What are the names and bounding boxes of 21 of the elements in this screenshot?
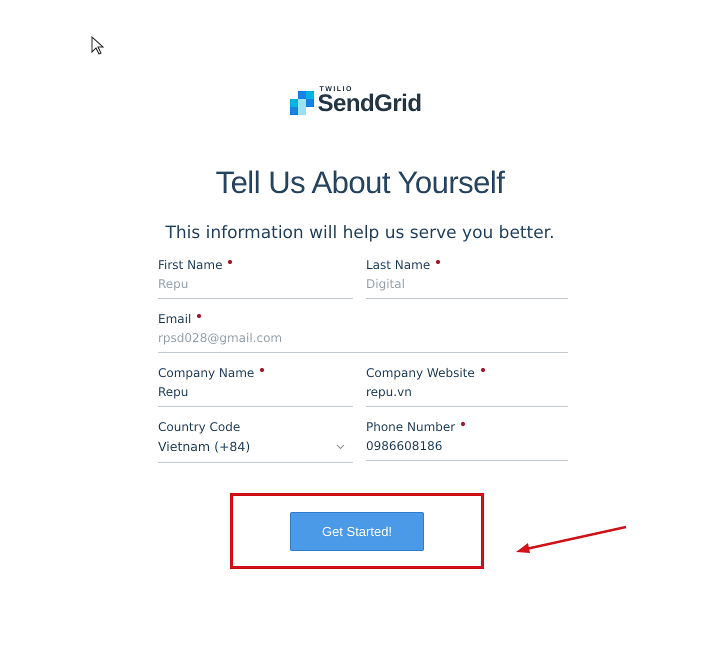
arrow-icon [514, 525, 628, 555]
field-label: Phone Number [366, 419, 568, 435]
input-field[interactable]: rpsd028@gmail.com [158, 327, 568, 353]
country-select[interactable]: Vietnam (+84) [158, 435, 353, 463]
field-label: Company Website [366, 365, 568, 381]
logo-wordmark: SendGrid [317, 93, 422, 115]
cursor-icon [91, 36, 105, 56]
input-field[interactable]: repu.vn [366, 381, 568, 407]
input-field[interactable]: Repu [158, 381, 353, 407]
input-field[interactable]: Digital [366, 273, 568, 299]
field-label: First Name [158, 257, 353, 273]
field-label: Country Code [158, 419, 242, 435]
page-subtitle: This information will help us serve you better. [165, 223, 555, 243]
field-label: Last Name [366, 257, 568, 273]
input-field[interactable]: 0986608186 [366, 435, 568, 461]
input-field[interactable]: Repu [158, 273, 353, 299]
chevron-icon [336, 444, 345, 450]
logo-icon [290, 91, 314, 115]
field-label: Email [158, 311, 568, 327]
field-label: Company Name [158, 365, 353, 381]
page-title: Tell Us About Yourself [216, 165, 504, 201]
